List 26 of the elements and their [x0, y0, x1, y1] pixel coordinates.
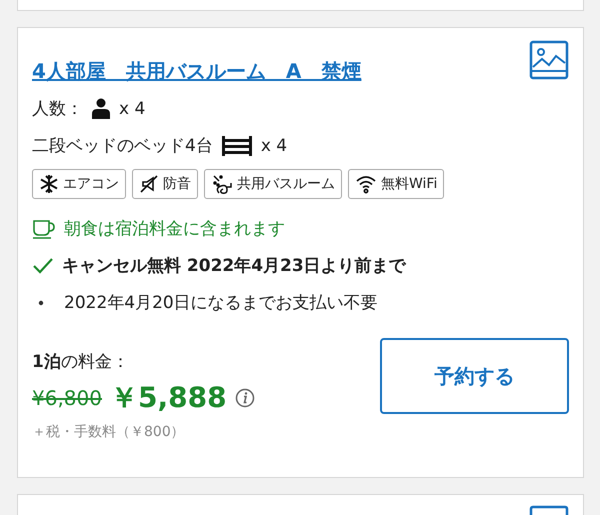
price-label: 1泊の料金： — [32, 351, 130, 373]
fees-note: ＋税・手数料（￥800） — [32, 423, 186, 441]
room-title-link[interactable]: 4人部屋 共用バスルーム A 禁煙 — [32, 58, 362, 85]
person-icon — [91, 98, 111, 120]
amenity-tag: エアコン — [32, 169, 126, 199]
original-price: ¥6,800 — [32, 386, 102, 410]
check-icon — [32, 256, 54, 274]
amenity-tag: 共用バスルーム — [204, 169, 342, 199]
bed-description: 二段ベッドのベッド4台 — [32, 135, 213, 157]
snowflake-icon — [39, 174, 59, 194]
payment-note: 2022年4月20日になるまでお支払い不要 — [64, 292, 378, 314]
bunk-bed-icon — [220, 134, 253, 156]
muted-speaker-icon — [139, 174, 159, 194]
price: ￥5,888 — [110, 380, 227, 416]
breakfast-included-text: 朝食は宿泊料金に含まれます — [64, 218, 285, 240]
cup-icon — [32, 218, 56, 238]
wifi-icon — [355, 174, 377, 194]
info-icon[interactable] — [234, 388, 255, 408]
free-cancellation-text: キャンセル無料 2022年4月23日より前まで — [62, 255, 406, 277]
amenity-tag: 無料WiFi — [348, 169, 444, 199]
amenity-tag: 防音 — [132, 169, 198, 199]
reserve-button[interactable]: 予約する — [380, 338, 569, 414]
guests-count: x 4 — [119, 98, 146, 118]
bullet-icon — [38, 300, 44, 306]
guests-label: 人数： — [32, 98, 83, 120]
bed-count: x 4 — [260, 136, 288, 156]
